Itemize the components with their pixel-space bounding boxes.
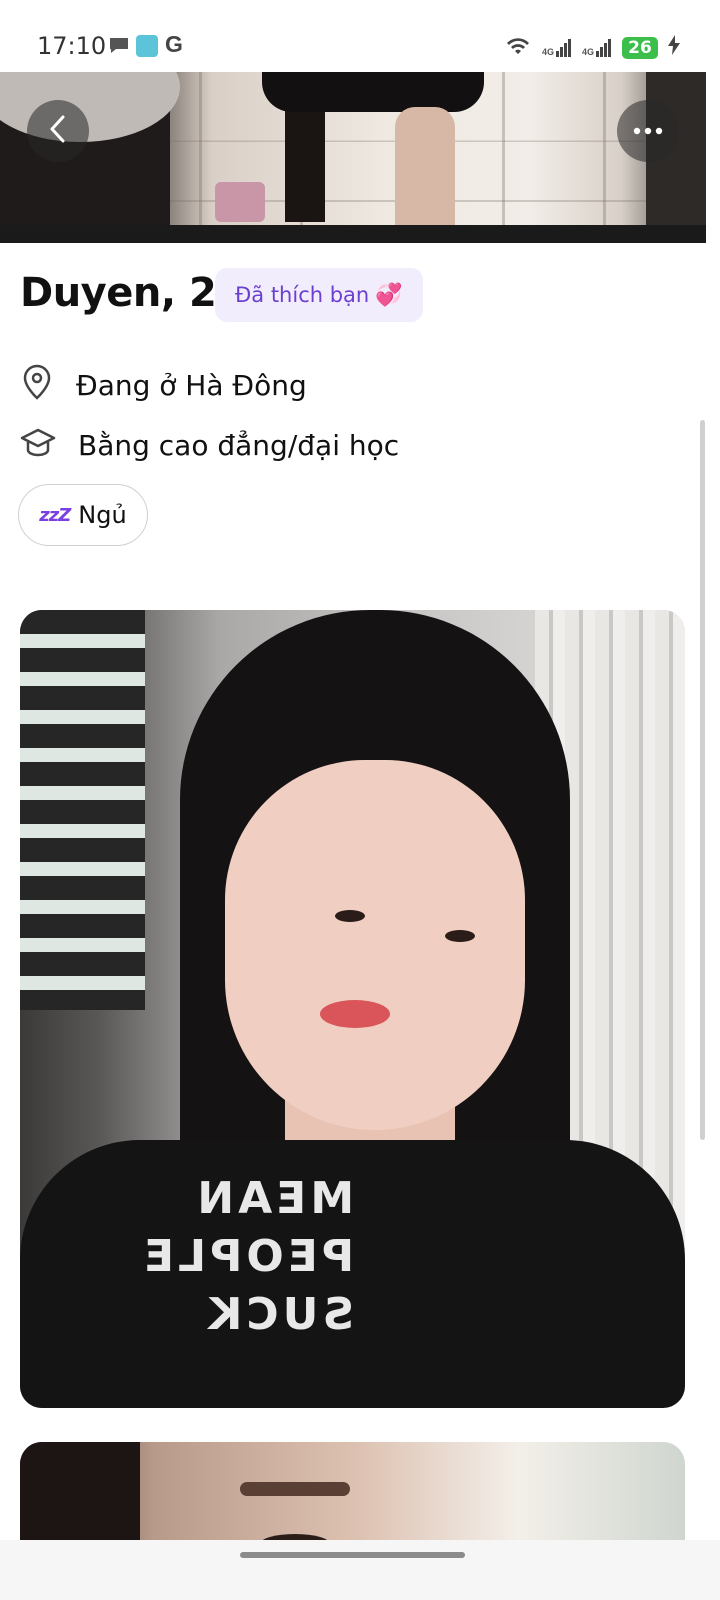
photo-object bbox=[215, 182, 265, 222]
photo-eye-right bbox=[445, 930, 475, 942]
profile-photo-1[interactable] bbox=[0, 72, 706, 243]
photo-skirt bbox=[262, 72, 484, 112]
education-text: Bằng cao đẳng/đại học bbox=[78, 429, 400, 462]
photo-leg bbox=[395, 107, 455, 243]
profile-photo-2[interactable]: MEAN PEOPLE SUCK bbox=[20, 610, 685, 1408]
shirt-print-line: PEOPLE bbox=[140, 1231, 355, 1282]
photo-face bbox=[225, 760, 525, 1130]
status-time: 17:10 bbox=[37, 32, 107, 60]
google-notification-icon: G bbox=[165, 31, 183, 57]
home-indicator[interactable] bbox=[240, 1552, 465, 1558]
zzz-icon: zzZ bbox=[39, 504, 71, 526]
liked-badge-label: Đã thích bạn bbox=[235, 283, 370, 307]
chevron-left-icon bbox=[47, 114, 69, 149]
system-navigation-bar bbox=[0, 1540, 720, 1600]
location-text: Đang ở Hà Đông bbox=[76, 369, 307, 402]
photo-window-blinds bbox=[20, 610, 145, 1010]
location-pin-icon bbox=[20, 364, 54, 407]
education-row: Bằng cao đẳng/đại học bbox=[20, 426, 399, 465]
status-indicators: 4G 4G 26 bbox=[504, 34, 680, 61]
cellular-signal-1-icon: 4G bbox=[542, 38, 572, 57]
cellular-signal-2-icon: 4G bbox=[582, 38, 612, 57]
liked-you-badge: Đã thích bạn 💞 bbox=[215, 268, 423, 322]
charging-icon bbox=[668, 35, 680, 60]
location-row: Đang ở Hà Đông bbox=[20, 364, 307, 407]
photo-eyebrow bbox=[240, 1482, 350, 1496]
scrollbar[interactable] bbox=[700, 420, 705, 1140]
more-horizontal-icon bbox=[633, 122, 663, 140]
shirt-print: MEAN PEOPLE SUCK bbox=[140, 1170, 354, 1344]
back-button[interactable] bbox=[27, 100, 89, 162]
chat-notification-icon bbox=[108, 35, 130, 60]
photo-chair bbox=[285, 102, 325, 222]
wifi-icon bbox=[504, 34, 532, 61]
profile-name-age: Duyen, 21 bbox=[20, 270, 244, 316]
shirt-print-line: MEAN bbox=[193, 1173, 355, 1224]
status-bar: 17:10 G 4G 4G 26 bbox=[0, 0, 720, 72]
interest-chip-label: Ngủ bbox=[78, 501, 127, 529]
graduation-cap-icon bbox=[20, 426, 56, 465]
battery-indicator: 26 bbox=[622, 36, 658, 59]
more-options-button[interactable] bbox=[617, 100, 679, 162]
app-notification-icon bbox=[136, 35, 158, 57]
photo-lips bbox=[320, 1000, 390, 1028]
photo-eye-left bbox=[335, 910, 365, 922]
photo-bottom-edge bbox=[0, 225, 706, 243]
shirt-print-line: SUCK bbox=[204, 1289, 355, 1340]
two-hearts-icon: 💞 bbox=[375, 282, 403, 308]
interest-chip-sleep[interactable]: zzZ Ngủ bbox=[18, 484, 148, 546]
